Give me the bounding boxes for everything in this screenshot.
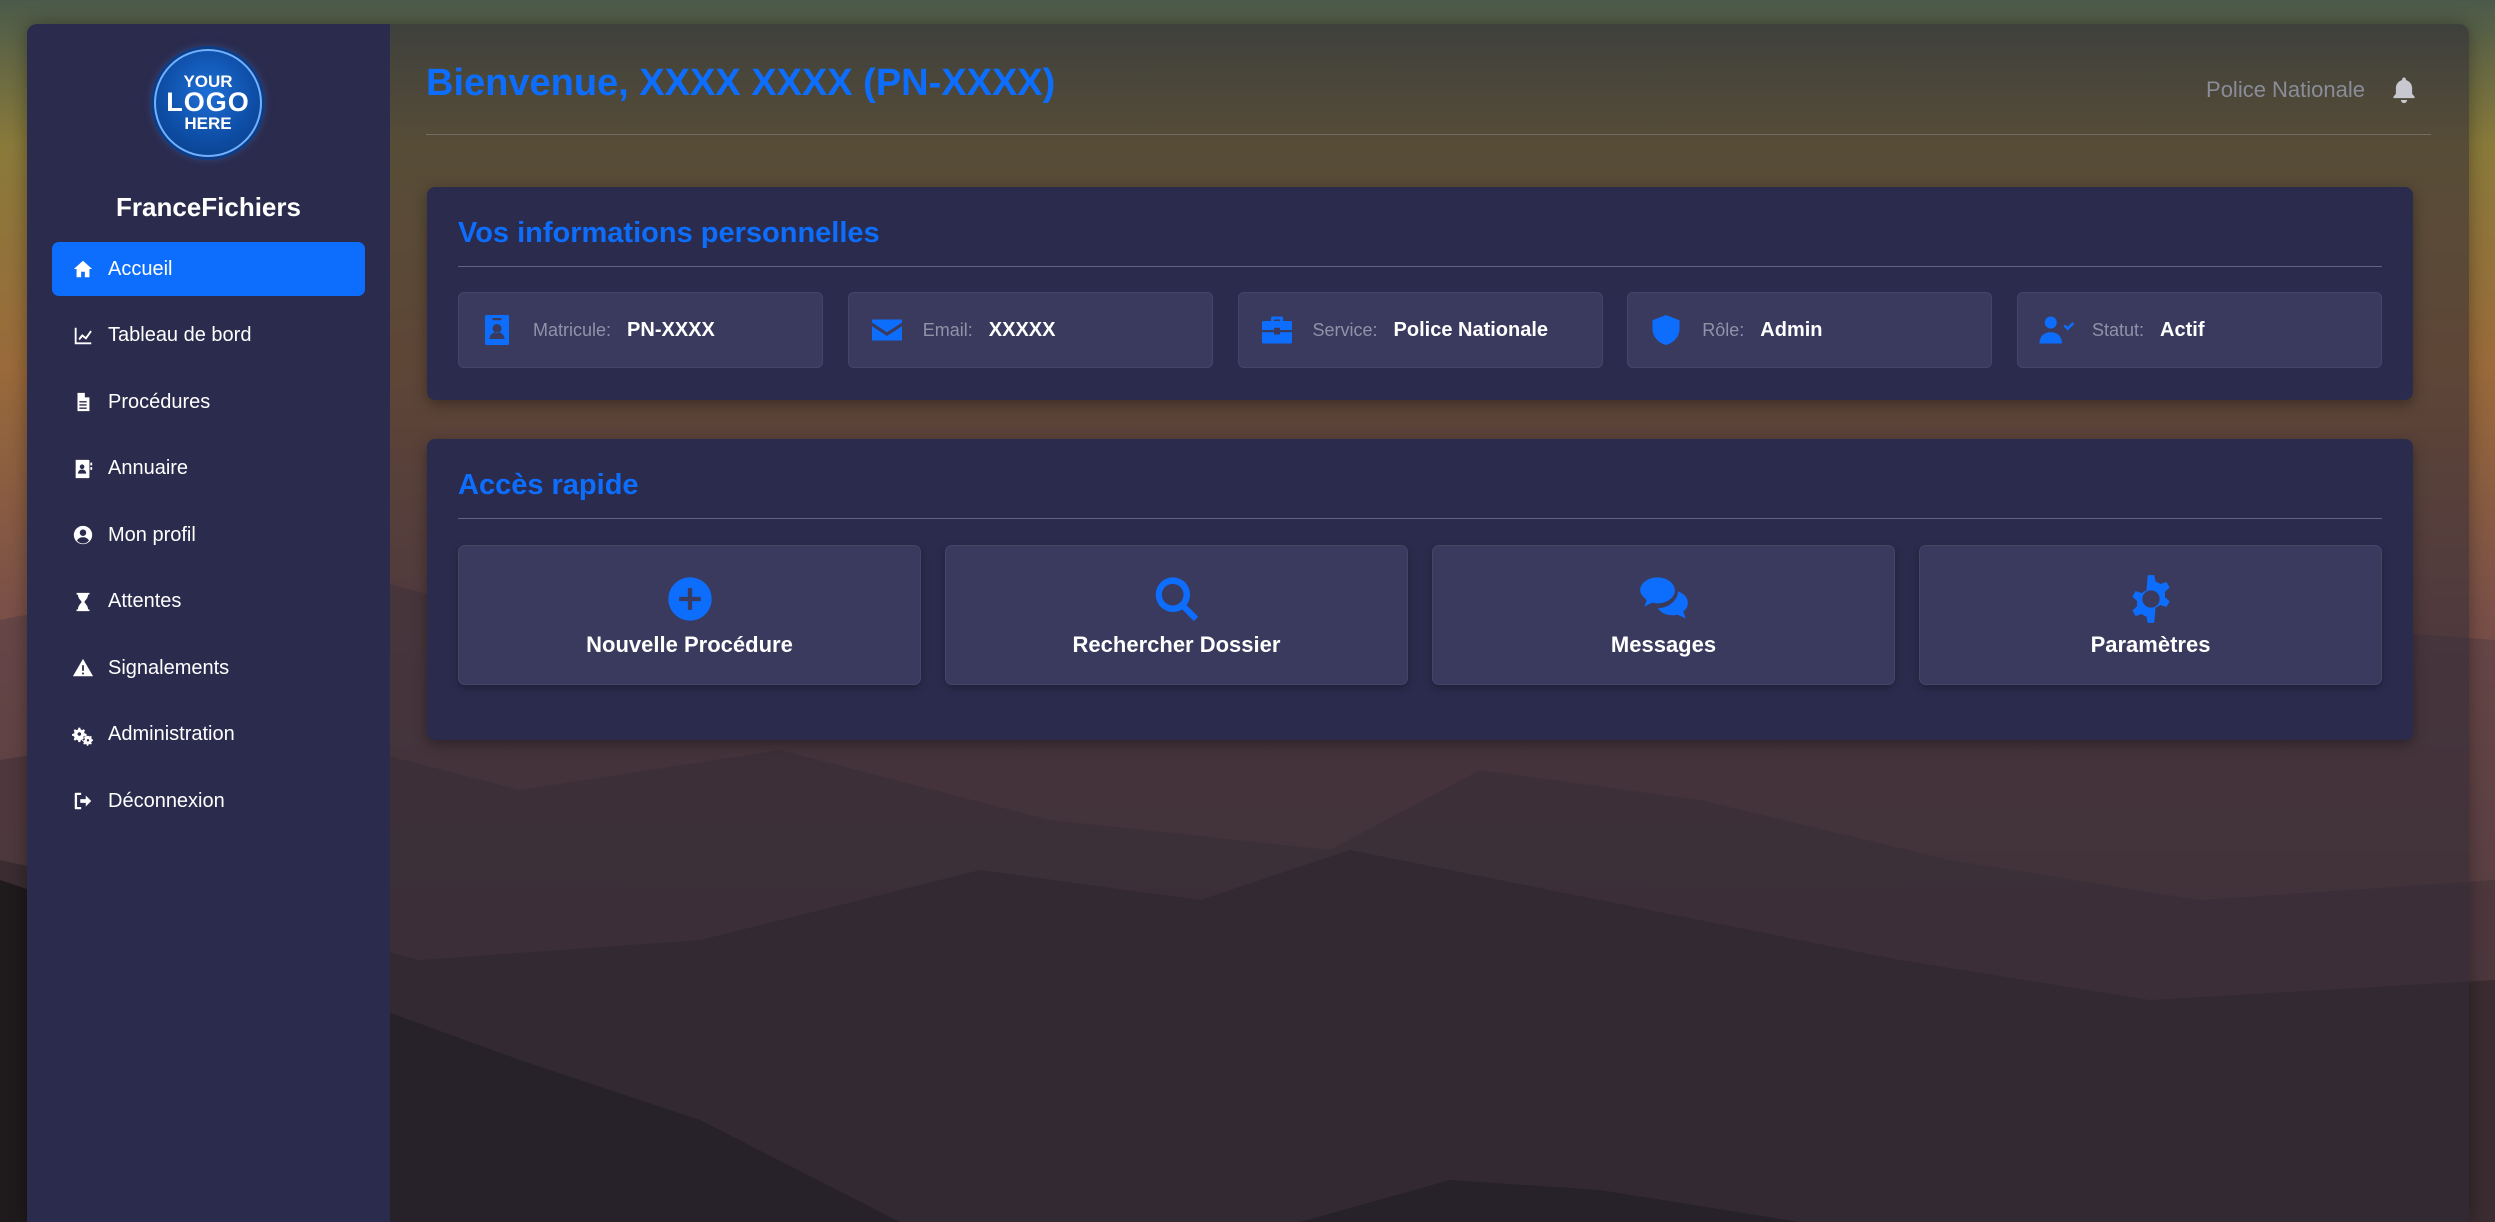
quick-messages-button[interactable]: Messages [1432,545,1895,685]
welcome-title: Bienvenue, XXXX XXXX (PN-XXXX) [426,62,1056,104]
sidebar-item-accueil[interactable]: Accueil [52,242,365,296]
hourglass-icon [70,589,96,615]
envelope-icon [867,311,907,349]
info-value: XXXXX [988,318,1056,341]
logo-text-line3: HERE [184,113,232,133]
search-icon [1149,572,1205,626]
chart-line-icon [70,323,96,349]
address-book-icon [70,456,96,482]
sidebar-item-tableau-de-bord[interactable]: Tableau de bord [52,309,365,363]
file-icon [70,389,96,415]
user-check-icon [2036,311,2076,349]
quick-access-title: Accès rapide [458,469,639,501]
service-label: Police Nationale [2206,77,2365,102]
sidebar-item-procedures[interactable]: Procédures [52,375,365,429]
quick-tile-label: Messages [1610,632,1717,657]
plus-circle-icon [662,572,718,626]
app-window: YOUR LOGO HERE FranceFichiers Accueil Ta… [27,24,2469,1222]
info-matricule: Matricule: PN-XXXX [458,292,823,368]
sidebar-item-administration[interactable]: Administration [52,708,365,762]
sidebar-item-label: Accueil [108,257,173,280]
home-icon [70,256,96,282]
main-content: Bienvenue, XXXX XXXX (PN-XXXX) Police Na… [390,24,2469,1222]
quick-tile-label: Paramètres [2090,632,2211,657]
sidebar-item-label: Mon profil [108,523,196,546]
sidebar-item-label: Annuaire [108,457,189,479]
quick-tile-label: Rechercher Dossier [1072,632,1281,657]
info-email: Email: XXXXX [847,292,1213,368]
sidebar-item-label: Attentes [108,590,182,612]
personal-info-divider [458,266,2382,267]
quick-search-dossier-button[interactable]: Rechercher Dossier [945,545,1408,685]
sidebar-item-label: Déconnexion [108,789,225,812]
quick-settings-button[interactable]: Paramètres [1919,545,2382,685]
quick-access-row: Nouvelle Procédure Rechercher Dossier Me… [458,545,2382,685]
info-value: Admin [1760,318,1823,341]
sidebar-item-label: Administration [108,723,235,745]
personal-info-row: Matricule: PN-XXXX Email: XXXXX Service:… [458,292,2382,368]
briefcase-icon [1257,311,1297,349]
info-value: PN-XXXX [627,318,715,341]
cog-icon [2123,572,2179,626]
quick-access-card: Accès rapide Nouvelle Procédure Recherch… [427,439,2413,740]
sidebar-nav: Accueil Tableau de bord Procédures Annua… [52,242,365,841]
sidebar-item-label: Signalements [108,656,230,679]
info-label: Rôle: [1702,319,1745,340]
sidebar-item-label: Tableau de bord [108,324,252,346]
id-badge-icon [477,311,517,349]
info-service: Service: Police Nationale [1237,292,1603,368]
info-label: Statut: [2092,319,2145,340]
bell-icon[interactable] [2389,74,2419,106]
info-label: Service: [1312,319,1378,340]
sidebar-item-attentes[interactable]: Attentes [52,575,365,629]
info-statut: Statut: Actif [2017,292,2382,368]
comments-icon [1636,572,1692,626]
sidebar-item-label: Procédures [108,390,211,413]
personal-info-card: Vos informations personnelles Matricule:… [427,187,2413,400]
info-label: Email: [922,319,973,340]
logo[interactable]: YOUR LOGO HERE [154,49,262,157]
header-right: Police Nationale [2206,74,2419,106]
info-value: Police Nationale [1393,318,1549,341]
brand-name: FranceFichiers [116,192,301,222]
sidebar: YOUR LOGO HERE FranceFichiers Accueil Ta… [27,24,390,1222]
sidebar-item-deconnexion[interactable]: Déconnexion [52,774,365,828]
info-role: Rôle: Admin [1627,292,1993,368]
user-circle-icon [70,522,96,548]
sidebar-item-annuaire[interactable]: Annuaire [52,442,365,496]
quick-tile-label: Nouvelle Procédure [586,632,793,657]
cogs-icon [70,722,96,748]
info-value: Actif [2160,318,2205,341]
logo-text-line2: LOGO [166,87,250,118]
sidebar-item-signalements[interactable]: Signalements [52,641,365,695]
quick-new-procedure-button[interactable]: Nouvelle Procédure [458,545,921,685]
header-divider [426,134,2431,135]
quick-access-divider [458,518,2382,519]
info-label: Matricule: [533,319,612,340]
sidebar-item-mon-profil[interactable]: Mon profil [52,508,365,562]
sign-out-icon [70,788,96,814]
personal-info-title: Vos informations personnelles [458,217,880,249]
warning-icon [70,655,96,681]
shield-icon [1646,311,1686,349]
